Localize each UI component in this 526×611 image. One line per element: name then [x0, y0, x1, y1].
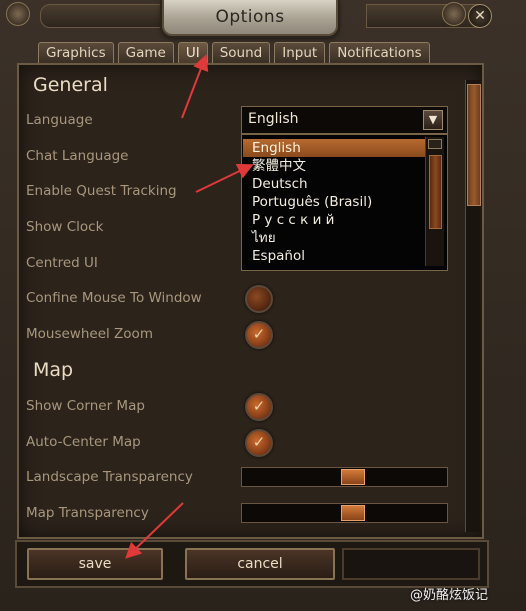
tab-graphics[interactable]: Graphics	[38, 42, 114, 63]
show-corner-map-checkbox[interactable]: ✓	[245, 393, 273, 421]
language-select-value: English	[248, 111, 299, 127]
scroll-up-icon[interactable]	[428, 139, 442, 149]
options-window: Options ✕ Graphics Game UI Sound Input N…	[0, 0, 526, 611]
close-button[interactable]: ✕	[468, 4, 492, 28]
language-dropdown-list: English 繁體中文 Deutsch Português (Brasil) …	[241, 134, 448, 271]
landscape-transparency-knob[interactable]	[341, 469, 365, 485]
language-option-deutsch[interactable]: Deutsch	[243, 175, 432, 193]
dropdown-scrollbar[interactable]	[425, 137, 444, 266]
dropdown-scrollbar-thumb[interactable]	[429, 155, 442, 229]
tab-game[interactable]: Game	[117, 42, 174, 63]
language-option-english[interactable]: English	[243, 139, 432, 157]
show-corner-map-label: Show Corner Map	[26, 398, 145, 414]
map-transparency-slider[interactable]	[241, 503, 448, 523]
auto-center-map-checkbox[interactable]: ✓	[245, 429, 273, 457]
language-option-portuguese[interactable]: Português (Brasil)	[243, 193, 432, 211]
window-title-plate: Options	[162, 0, 338, 36]
auto-center-map-label: Auto-Center Map	[26, 434, 141, 450]
chat-language-label: Chat Language	[26, 148, 129, 164]
mousewheel-zoom-checkbox[interactable]: ✓	[245, 321, 273, 349]
dropdown-arrow-icon[interactable]: ▼	[423, 110, 443, 130]
language-option-russian[interactable]: Р у с с к и й	[243, 211, 432, 229]
show-clock-label: Show Clock	[26, 219, 104, 235]
general-heading: General	[33, 74, 108, 96]
confine-mouse-checkbox[interactable]	[245, 285, 273, 313]
centred-ui-label: Centred UI	[26, 255, 98, 271]
tab-bar: Graphics Game UI Sound Input Notificatio…	[38, 42, 430, 64]
map-heading: Map	[33, 359, 74, 381]
tab-ui[interactable]: UI	[177, 42, 208, 63]
quest-tracking-label: Enable Quest Tracking	[26, 183, 177, 199]
empty-button-slot	[342, 548, 480, 580]
map-transparency-knob[interactable]	[341, 505, 365, 521]
corner-ornament-right	[442, 2, 466, 26]
language-label: Language	[26, 112, 93, 128]
landscape-transparency-label: Landscape Transparency	[26, 469, 193, 485]
language-option-spanish[interactable]: Español	[243, 247, 432, 265]
cancel-button[interactable]: cancel	[185, 548, 335, 580]
tab-input[interactable]: Input	[274, 42, 326, 63]
tab-sound[interactable]: Sound	[211, 42, 271, 63]
language-option-traditional-chinese[interactable]: 繁體中文	[243, 157, 432, 175]
language-select[interactable]: English ▼	[241, 106, 448, 134]
tab-notifications[interactable]: Notifications	[329, 42, 430, 63]
title-ornament-left	[40, 4, 162, 28]
save-button[interactable]: save	[27, 548, 163, 580]
window-title: Options	[215, 7, 285, 27]
mousewheel-zoom-label: Mousewheel Zoom	[26, 326, 153, 342]
landscape-transparency-slider[interactable]	[241, 467, 448, 487]
corner-ornament-left	[6, 2, 30, 26]
panel-scrollbar-thumb[interactable]	[467, 84, 481, 206]
watermark: @奶酪炫饭记	[410, 588, 489, 603]
language-option-thai[interactable]: ไทย	[243, 229, 432, 247]
panel-scrollbar[interactable]	[465, 80, 481, 532]
map-transparency-label: Map Transparency	[26, 505, 149, 521]
confine-mouse-label: Confine Mouse To Window	[26, 290, 202, 306]
